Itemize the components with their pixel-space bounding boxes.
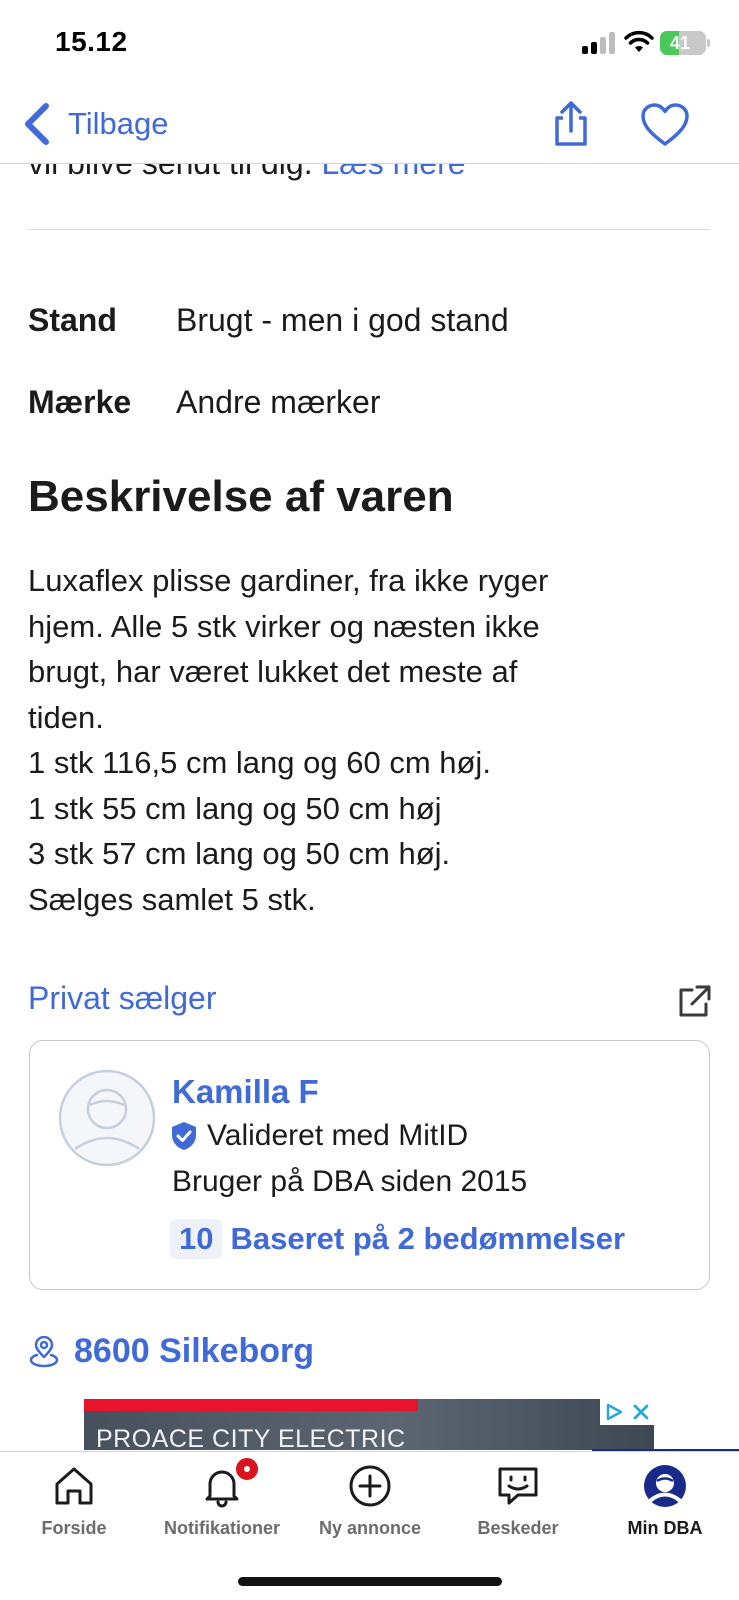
chat-icon (498, 1467, 538, 1505)
status-time: 15.12 (55, 26, 128, 57)
tab-label: Min DBA (627, 1518, 703, 1538)
verified-shield-icon (172, 1122, 196, 1150)
description-line: hjem. Alle 5 stk virker og næsten ikke (28, 608, 540, 644)
battery-icon: 41 (660, 31, 710, 55)
verified-text: Valideret med MitID (207, 1119, 469, 1152)
description-text: Luxaflex plisse gardiner, fra ikke ryger… (28, 558, 718, 922)
ad-choices-icon (606, 1403, 623, 1421)
share-icon[interactable] (548, 100, 594, 148)
chevron-left-icon (25, 103, 49, 145)
nav-header: Tilbage (0, 92, 739, 164)
description-line: 1 stk 55 cm lang og 50 cm høj (28, 790, 442, 826)
location-pin-icon (29, 1335, 59, 1367)
back-button[interactable]: Tilbage (20, 100, 169, 148)
heart-icon[interactable] (640, 102, 690, 148)
avatar (58, 1069, 156, 1167)
attribute-row-brand: Mærke Andre mærker (28, 380, 381, 424)
description-title: Beskrivelse af varen (28, 472, 454, 521)
ad-banner[interactable]: PROACE CITY ELECTRIC (84, 1399, 654, 1450)
tab-label: Ny annonce (318, 1518, 422, 1538)
rating-text: Baseret på 2 bedømmelser (230, 1221, 626, 1256)
tab-notifikationer[interactable]: Notifikationer (148, 1452, 296, 1552)
tab-label: Forside (41, 1518, 107, 1538)
description-line: tiden. (28, 699, 104, 735)
attribute-value: Brugt - men i god stand (176, 301, 509, 338)
tab-label: Beskeder (477, 1518, 559, 1538)
description-line: 1 stk 116,5 cm lang og 60 cm høj. (28, 745, 491, 780)
location-link[interactable]: 8600 Silkeborg (28, 1332, 314, 1371)
location-text: 8600 Silkeborg (74, 1332, 315, 1370)
tab-min-dba[interactable]: Min DBA (591, 1452, 739, 1552)
status-bar: 15.12 41 (0, 0, 739, 92)
tab-bar: Forside Notifikationer Ny annonce Besked… (0, 1451, 739, 1600)
tab-beskeder[interactable]: Beskeder (444, 1452, 592, 1552)
notification-badge (234, 1456, 260, 1482)
description-line: Sælges samlet 5 stk. (28, 881, 316, 917)
ad-text: PROACE CITY ELECTRIC (96, 1425, 406, 1450)
tab-forside[interactable]: Forside (0, 1452, 148, 1552)
verified-row: Valideret med MitID (170, 1119, 468, 1153)
ad-choices[interactable] (600, 1399, 654, 1425)
description-line: 3 stk 57 cm lang og 50 cm høj. (28, 836, 451, 871)
rating-link[interactable]: 10 Baseret på 2 bedømmelser (170, 1219, 625, 1259)
battery-percent: 41 (669, 33, 691, 53)
attribute-row-stand: Stand Brugt - men i god stand (28, 298, 509, 342)
description-line: Luxaflex plisse gardiner, fra ikke ryger (28, 563, 549, 598)
plus-circle-icon (349, 1465, 391, 1507)
seller-name[interactable]: Kamilla F (172, 1073, 319, 1111)
attribute-value: Andre mærker (176, 383, 381, 420)
seller-type-label: Privat sælger (28, 980, 217, 1016)
external-link-icon[interactable] (676, 984, 712, 1020)
tab-ny-annonce[interactable]: Ny annonce (296, 1452, 444, 1552)
attribute-key: Mærke (28, 383, 132, 420)
rating-score: 10 (170, 1219, 223, 1259)
close-icon[interactable] (632, 1403, 650, 1421)
tab-label: Notifikationer (163, 1518, 280, 1538)
home-icon (55, 1467, 93, 1505)
seller-card[interactable]: Kamilla F Valideret med MitID Bruger på … (29, 1040, 710, 1290)
profile-icon (644, 1465, 686, 1507)
ad-red-stripe (84, 1399, 418, 1411)
home-indicator[interactable] (238, 1577, 502, 1586)
wifi-icon (624, 30, 654, 52)
description-line: brugt, har været lukket det meste af (28, 654, 518, 689)
attribute-key: Stand (28, 301, 117, 338)
member-since: Bruger på DBA siden 2015 (172, 1165, 528, 1198)
back-label: Tilbage (68, 106, 169, 141)
signal-icon (582, 32, 616, 54)
divider (28, 229, 710, 230)
